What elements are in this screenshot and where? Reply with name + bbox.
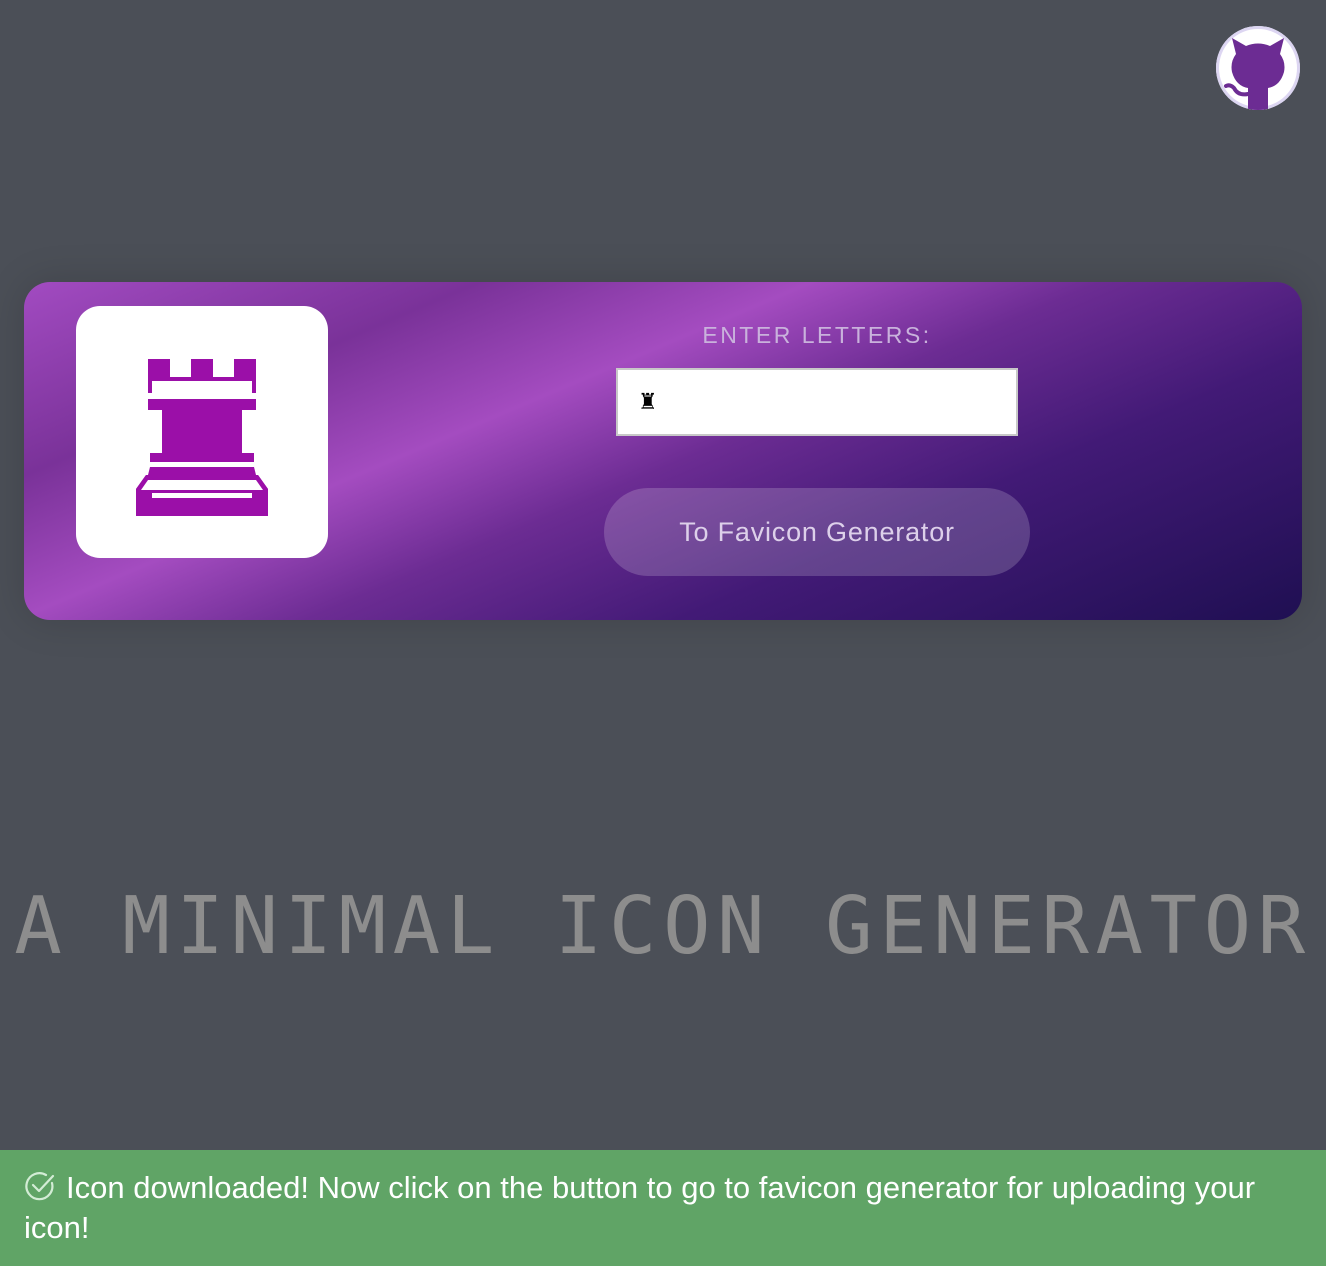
github-link[interactable]: [1216, 26, 1300, 110]
toast-message: Icon downloaded! Now click on the button…: [24, 1170, 1256, 1245]
icon-preview: [76, 306, 328, 558]
letters-input[interactable]: [616, 368, 1018, 436]
page: ENTER LETTERS: To Favicon Generator A MI…: [0, 0, 1326, 1266]
favicon-generator-button[interactable]: To Favicon Generator: [604, 488, 1030, 576]
tagline: A MINIMAL ICON GENERATOR: [14, 880, 1312, 972]
enter-letters-label: ENTER LETTERS:: [702, 322, 932, 348]
download-toast: Icon downloaded! Now click on the button…: [0, 1150, 1326, 1266]
generator-card: ENTER LETTERS: To Favicon Generator: [24, 282, 1302, 620]
chess-rook-icon: [136, 359, 268, 516]
github-octocat-icon: [1217, 27, 1299, 110]
check-circle-icon: [25, 1172, 55, 1201]
